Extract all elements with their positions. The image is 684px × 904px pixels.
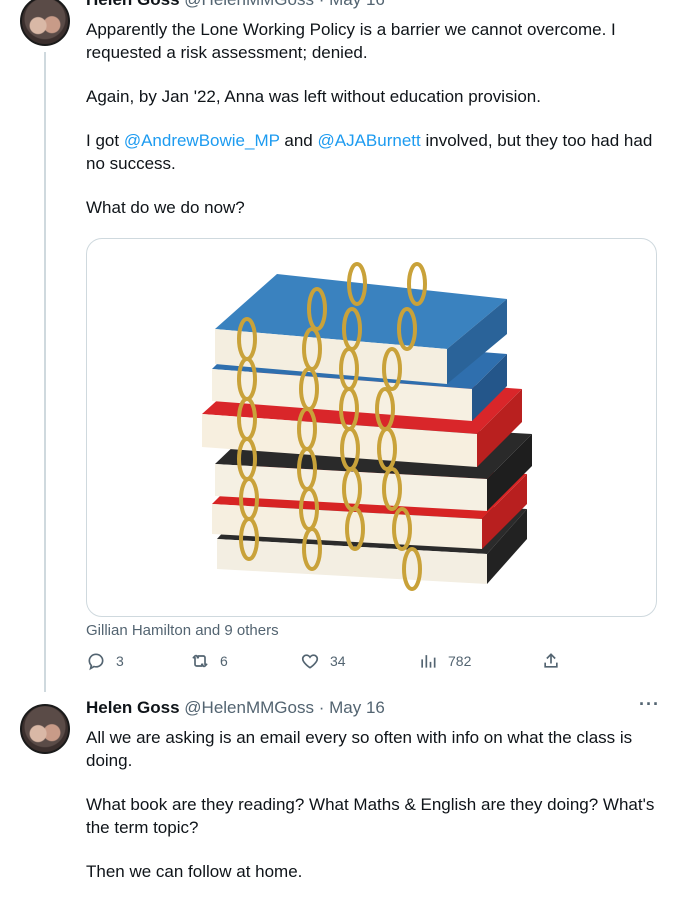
text-run: and [279,131,318,150]
more-options-icon[interactable]: ··· [639,0,660,8]
text-run: All we are asking is an email every so o… [86,728,633,770]
retweet-icon [192,654,208,668]
separator-dot: · [319,0,325,9]
tweet-date[interactable]: May 16 [329,0,385,9]
like-count: 34 [330,653,346,669]
views-chart-icon [421,655,436,668]
text-run: Again, by Jan '22, Anna was left without… [86,87,541,106]
tweet-paragraph: All we are asking is an email every so o… [86,726,661,772]
tweet-text: Apparently the Lone Working Policy is a … [86,18,661,240]
tweet-header: Helen Goss @HelenMMGoss · May 16 ··· [86,694,660,720]
chained-books-illustration [202,262,532,591]
reply-button[interactable]: 3 [86,651,124,671]
tweet-paragraph: I got @AndrewBowie_MP and @AJABurnett in… [86,129,661,175]
retweet-button[interactable]: 6 [190,651,228,671]
share-icon [544,653,558,668]
author-handle[interactable]: @HelenMMGoss [184,0,314,9]
reply-icon [88,653,104,671]
retweet-count: 6 [220,653,228,669]
heart-icon [301,654,319,669]
author-name[interactable]: Helen Goss [86,0,180,9]
share-button[interactable] [541,651,561,671]
author-handle[interactable]: @HelenMMGoss [184,698,314,717]
tweet-actions-bar: 3 6 34 782 [86,651,576,675]
tweet-paragraph: Again, by Jan '22, Anna was left without… [86,85,661,108]
liked-by-summary[interactable]: Gillian Hamilton and 9 others [86,622,279,639]
text-run: Then we can follow at home. [86,862,303,881]
like-button[interactable]: 34 [300,651,346,671]
thread-connector-line [44,52,46,692]
tweet-header: Helen Goss @HelenMMGoss · May 16 ··· [86,0,660,12]
mention-link-ajaburnett[interactable]: @AJABurnett [317,131,420,150]
text-run: Apparently the Lone Working Policy is a … [86,20,616,62]
tweet-text: All we are asking is an email every so o… [86,726,661,904]
tweet-date[interactable]: May 16 [329,698,385,717]
mention-link-andrewbowie[interactable]: @AndrewBowie_MP [124,131,280,150]
tweet-paragraph: What book are they reading? What Maths &… [86,793,661,839]
views-button[interactable]: 782 [418,651,471,671]
more-options-icon[interactable]: ··· [639,692,660,716]
text-run: I got [86,131,124,150]
avatar[interactable] [20,704,70,754]
tweet-media-image[interactable] [86,238,657,617]
tweet-paragraph: Then we can follow at home. [86,860,661,883]
tweet-paragraph: Apparently the Lone Working Policy is a … [86,18,661,64]
avatar[interactable] [20,0,70,46]
tweet-paragraph: What do we do now? [86,196,661,219]
views-count: 782 [448,653,472,669]
reply-count: 3 [116,653,124,669]
text-run: What book are they reading? What Maths &… [86,795,655,837]
author-name[interactable]: Helen Goss [86,698,180,717]
separator-dot: · [318,698,325,717]
text-run: What do we do now? [86,198,245,217]
